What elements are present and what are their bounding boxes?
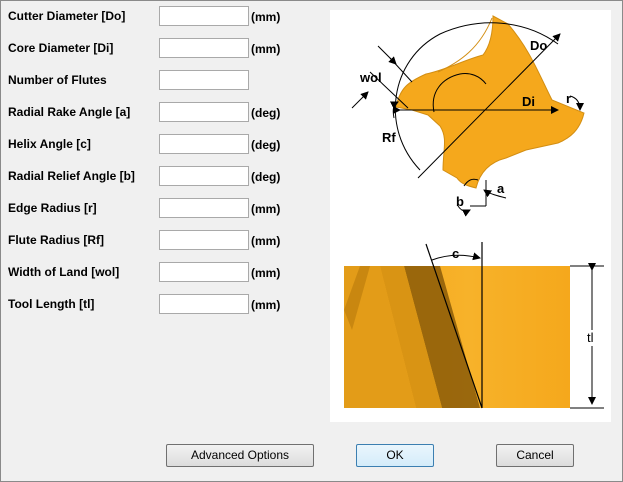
label-r: r	[566, 91, 571, 106]
wol-arrow-1	[377, 45, 397, 65]
advanced-options-button[interactable]: Advanced Options	[166, 444, 314, 467]
field-unit: (mm)	[251, 10, 281, 24]
label-a: a	[497, 181, 505, 196]
field-unit: (mm)	[251, 298, 281, 312]
core-diameter-input[interactable]	[159, 38, 249, 58]
field-label: Tool Length [tl]	[8, 297, 95, 311]
field-label: Radial Relief Angle [b]	[8, 169, 135, 183]
number-of-flutes-input[interactable]	[159, 70, 249, 90]
field-unit: (mm)	[251, 202, 281, 216]
edge-radius-input[interactable]	[159, 198, 249, 218]
field-label: Edge Radius [r]	[8, 201, 97, 215]
tool-geometry-diagram: wol Do Di r Rf a b c tl	[330, 10, 611, 422]
tool-diagram-svg: wol Do Di r Rf a b c tl	[344, 15, 604, 409]
field-unit: (deg)	[251, 138, 281, 152]
radial-rake-angle-input[interactable]	[159, 102, 249, 122]
label-b: b	[456, 194, 464, 209]
label-wol: wol	[359, 70, 382, 85]
label-tl: tl	[587, 330, 594, 345]
cross-section-view: wol Do Di r Rf a b	[351, 15, 585, 217]
cutter-diameter-input[interactable]	[159, 6, 249, 26]
field-label: Cutter Diameter [Do]	[8, 9, 126, 23]
helix-angle-input[interactable]	[159, 134, 249, 154]
field-label: Flute Radius [Rf]	[8, 233, 104, 247]
tool-length-input[interactable]	[159, 294, 249, 314]
tool-cross-section-shape	[395, 15, 585, 189]
label-c: c	[452, 246, 459, 261]
width-of-land-input[interactable]	[159, 262, 249, 282]
field-label: Helix Angle [c]	[8, 137, 91, 151]
field-unit: (mm)	[251, 42, 281, 56]
label-Di: Di	[522, 94, 535, 109]
field-unit: (mm)	[251, 234, 281, 248]
label-Do: Do	[530, 38, 547, 53]
field-label: Core Diameter [Di]	[8, 41, 114, 55]
field-unit: (mm)	[251, 266, 281, 280]
side-view: c tl	[344, 242, 604, 409]
field-label: Number of Flutes	[8, 73, 107, 87]
cancel-button[interactable]: Cancel	[496, 444, 574, 467]
radial-relief-angle-input[interactable]	[159, 166, 249, 186]
field-label: Width of Land [wol]	[8, 265, 120, 279]
field-label: Radial Rake Angle [a]	[8, 105, 131, 119]
field-unit: (deg)	[251, 106, 281, 120]
label-Rf: Rf	[382, 130, 396, 145]
flute-radius-input[interactable]	[159, 230, 249, 250]
field-unit: (deg)	[251, 170, 281, 184]
wol-arrow-2	[351, 91, 369, 109]
ok-button[interactable]: OK	[356, 444, 434, 467]
